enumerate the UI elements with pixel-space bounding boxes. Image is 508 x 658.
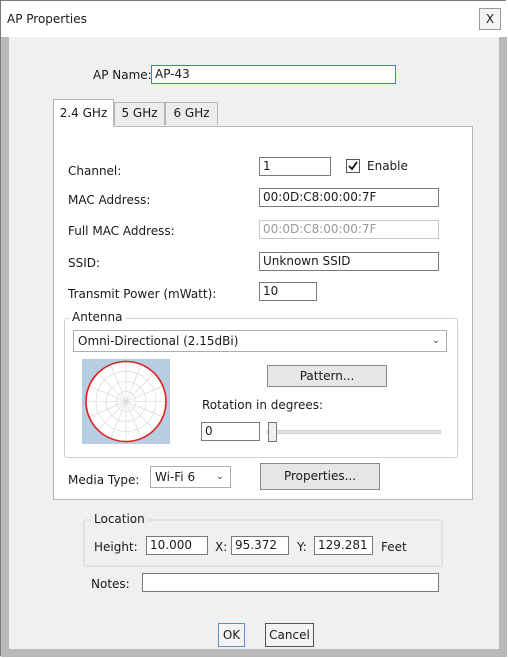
- y-input[interactable]: 129.281: [314, 536, 373, 555]
- transmit-power-input[interactable]: 10: [259, 282, 317, 301]
- rotation-label: Rotation in degrees:: [202, 398, 324, 412]
- full-mac-address-input: 00:0D:C8:00:00:7F: [259, 220, 439, 239]
- y-label: Y:: [297, 540, 307, 554]
- chevron-down-icon: ⌄: [431, 335, 440, 346]
- frame-left: [1, 37, 9, 657]
- ap-name-input[interactable]: AP-43: [151, 65, 396, 84]
- x-input[interactable]: 95.372: [231, 536, 289, 555]
- frame-right: [499, 37, 507, 657]
- mac-address-input[interactable]: 00:0D:C8:00:00:7F: [259, 188, 439, 207]
- height-label: Height:: [94, 540, 138, 554]
- enable-checkbox[interactable]: [346, 159, 360, 173]
- antenna-group: Antenna Omni-Directional (2.15dBi) ⌄ Pat…: [64, 310, 458, 458]
- tab-panel-2-4-ghz: Channel: 1 Enable MAC Address: 00:0D:C8:…: [53, 126, 473, 500]
- tab-5-ghz[interactable]: 5 GHz: [114, 102, 165, 125]
- cancel-button[interactable]: Cancel: [265, 623, 314, 647]
- media-type-select[interactable]: Wi-Fi 6 ⌄: [150, 466, 231, 488]
- frame-bottom: [1, 649, 507, 657]
- polar-pattern-icon: [82, 359, 170, 444]
- height-input[interactable]: 10.000: [146, 536, 208, 555]
- transmit-power-label: Transmit Power (mWatt):: [68, 287, 217, 301]
- notes-label: Notes:: [91, 577, 130, 591]
- notes-input[interactable]: [142, 573, 439, 592]
- rotation-slider-track[interactable]: [267, 430, 441, 434]
- antenna-group-label: Antenna: [69, 310, 126, 324]
- tab-6-ghz[interactable]: 6 GHz: [165, 102, 218, 125]
- enable-label: Enable: [367, 159, 408, 173]
- title-bar: AP Properties X: [1, 1, 507, 37]
- chevron-down-icon: ⌄: [215, 471, 224, 482]
- ap-properties-dialog: AP Properties X AP Name: AP-43 2.4 GHz 5…: [0, 0, 507, 657]
- antenna-select[interactable]: Omni-Directional (2.15dBi) ⌄: [73, 330, 447, 352]
- channel-input[interactable]: 1: [259, 157, 331, 176]
- antenna-select-value: Omni-Directional (2.15dBi): [78, 334, 239, 348]
- channel-label: Channel:: [68, 164, 122, 178]
- rotation-slider-thumb[interactable]: [268, 422, 277, 442]
- media-properties-button[interactable]: Properties...: [260, 463, 380, 490]
- full-mac-address-label: Full MAC Address:: [68, 224, 175, 238]
- window-title: AP Properties: [7, 12, 87, 26]
- mac-address-label: MAC Address:: [68, 193, 151, 207]
- ssid-input[interactable]: Unknown SSID: [259, 252, 439, 271]
- feet-unit-label: Feet: [381, 540, 407, 554]
- tab-2-4-ghz[interactable]: 2.4 GHz: [53, 99, 114, 127]
- ssid-label: SSID:: [68, 256, 101, 270]
- location-group-label: Location: [91, 512, 148, 526]
- checkmark-icon: [348, 161, 358, 171]
- x-label: X:: [215, 540, 228, 554]
- media-type-label: Media Type:: [68, 473, 140, 487]
- pattern-button[interactable]: Pattern...: [267, 365, 387, 387]
- ok-button[interactable]: OK: [218, 623, 245, 647]
- rotation-input[interactable]: 0: [201, 422, 260, 441]
- close-button[interactable]: X: [479, 8, 501, 30]
- ap-name-label: AP Name:: [93, 68, 152, 82]
- media-type-value: Wi-Fi 6: [155, 470, 196, 484]
